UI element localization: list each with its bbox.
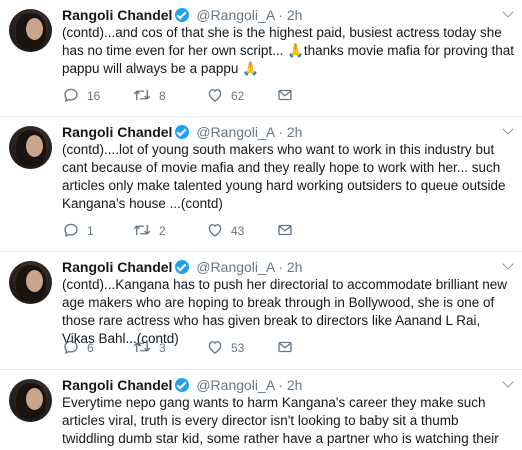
- retweet-count: 8: [159, 89, 166, 103]
- tweet[interactable]: Rangoli Chandel @Rangoli_A · 2h (contd).…: [0, 0, 522, 117]
- like-icon: [208, 89, 222, 102]
- reply-button[interactable]: 16: [62, 86, 100, 106]
- author-handle[interactable]: @Rangoli_A: [196, 259, 274, 275]
- retweet-icon: [133, 224, 151, 236]
- tweet-text: (contd)...and cos of that she is the hig…: [62, 25, 515, 76]
- like-count: 62: [231, 89, 245, 103]
- like-count: 43: [231, 224, 245, 238]
- direct-message-icon: [278, 89, 292, 101]
- reply-icon: [64, 223, 78, 237]
- verified-badge-icon: [175, 125, 190, 139]
- timestamp[interactable]: 2h: [287, 7, 303, 23]
- tweet-header: Rangoli Chandel @Rangoli_A · 2h: [62, 376, 302, 394]
- timestamp[interactable]: 2h: [287, 124, 303, 140]
- like-button[interactable]: 62: [206, 86, 244, 106]
- author-handle[interactable]: @Rangoli_A: [196, 7, 274, 23]
- retweet-button[interactable]: 3: [132, 338, 166, 358]
- tweet-header: Rangoli Chandel @Rangoli_A · 2h: [62, 6, 302, 24]
- reply-count: 16: [87, 89, 101, 103]
- tweet[interactable]: Rangoli Chandel @Rangoli_A · 2h Everytim…: [0, 370, 522, 450]
- author-handle[interactable]: @Rangoli_A: [196, 377, 274, 393]
- tweet-header: Rangoli Chandel @Rangoli_A · 2h: [62, 258, 302, 276]
- author-name[interactable]: Rangoli Chandel: [62, 7, 172, 23]
- verified-badge-icon: [175, 260, 190, 274]
- retweet-icon: [133, 341, 151, 353]
- retweet-button[interactable]: 2: [132, 221, 166, 241]
- like-icon: [208, 224, 222, 237]
- avatar[interactable]: [9, 379, 52, 422]
- author-name[interactable]: Rangoli Chandel: [62, 259, 172, 275]
- separator: ·: [278, 259, 283, 275]
- timestamp[interactable]: 2h: [287, 259, 303, 275]
- direct-message-button[interactable]: [276, 86, 294, 106]
- author-handle[interactable]: @Rangoli_A: [196, 124, 274, 140]
- retweet-count: 2: [159, 224, 166, 238]
- author-name[interactable]: Rangoli Chandel: [62, 377, 172, 393]
- retweet-icon: [133, 89, 151, 101]
- tweet-header: Rangoli Chandel @Rangoli_A · 2h: [62, 123, 302, 141]
- tweet-actions: 1 2 43: [62, 221, 322, 241]
- separator: ·: [278, 377, 283, 393]
- reply-count: 1: [87, 224, 94, 238]
- tweet[interactable]: Rangoli Chandel @Rangoli_A · 2h (contd).…: [0, 252, 522, 370]
- author-name[interactable]: Rangoli Chandel: [62, 124, 172, 140]
- reply-icon: [64, 340, 78, 354]
- tweet[interactable]: Rangoli Chandel @Rangoli_A · 2h (contd).…: [0, 117, 522, 252]
- avatar[interactable]: [9, 9, 52, 52]
- tweet-actions: 6 3 53: [62, 338, 322, 358]
- verified-badge-icon: [175, 8, 190, 22]
- direct-message-icon: [278, 341, 292, 353]
- tweet-actions: 16 8 62: [62, 86, 322, 106]
- chevron-down-icon[interactable]: [502, 258, 514, 270]
- retweet-count: 3: [159, 341, 166, 355]
- reply-button[interactable]: 1: [62, 221, 94, 241]
- retweet-button[interactable]: 8: [132, 86, 166, 106]
- avatar[interactable]: [9, 261, 52, 304]
- chevron-down-icon[interactable]: [502, 123, 514, 135]
- timestamp[interactable]: 2h: [287, 377, 303, 393]
- direct-message-button[interactable]: [276, 221, 294, 241]
- separator: ·: [278, 124, 283, 140]
- reply-icon: [64, 88, 78, 102]
- like-icon: [208, 341, 222, 354]
- separator: ·: [278, 7, 283, 23]
- tweet-text: Everytime nepo gang wants to harm Kangan…: [62, 395, 499, 450]
- direct-message-icon: [278, 224, 292, 236]
- reply-count: 6: [87, 341, 94, 355]
- tweet-text: (contd)....lot of young south makers who…: [62, 142, 506, 211]
- like-button[interactable]: 53: [206, 338, 244, 358]
- like-count: 53: [231, 341, 245, 355]
- avatar[interactable]: [9, 126, 52, 169]
- chevron-down-icon[interactable]: [502, 376, 514, 388]
- chevron-down-icon[interactable]: [502, 6, 514, 18]
- like-button[interactable]: 43: [206, 221, 244, 241]
- tweet-feed: Rangoli Chandel @Rangoli_A · 2h (contd).…: [0, 0, 522, 450]
- direct-message-button[interactable]: [276, 338, 294, 358]
- reply-button[interactable]: 6: [62, 338, 94, 358]
- verified-badge-icon: [175, 378, 190, 392]
